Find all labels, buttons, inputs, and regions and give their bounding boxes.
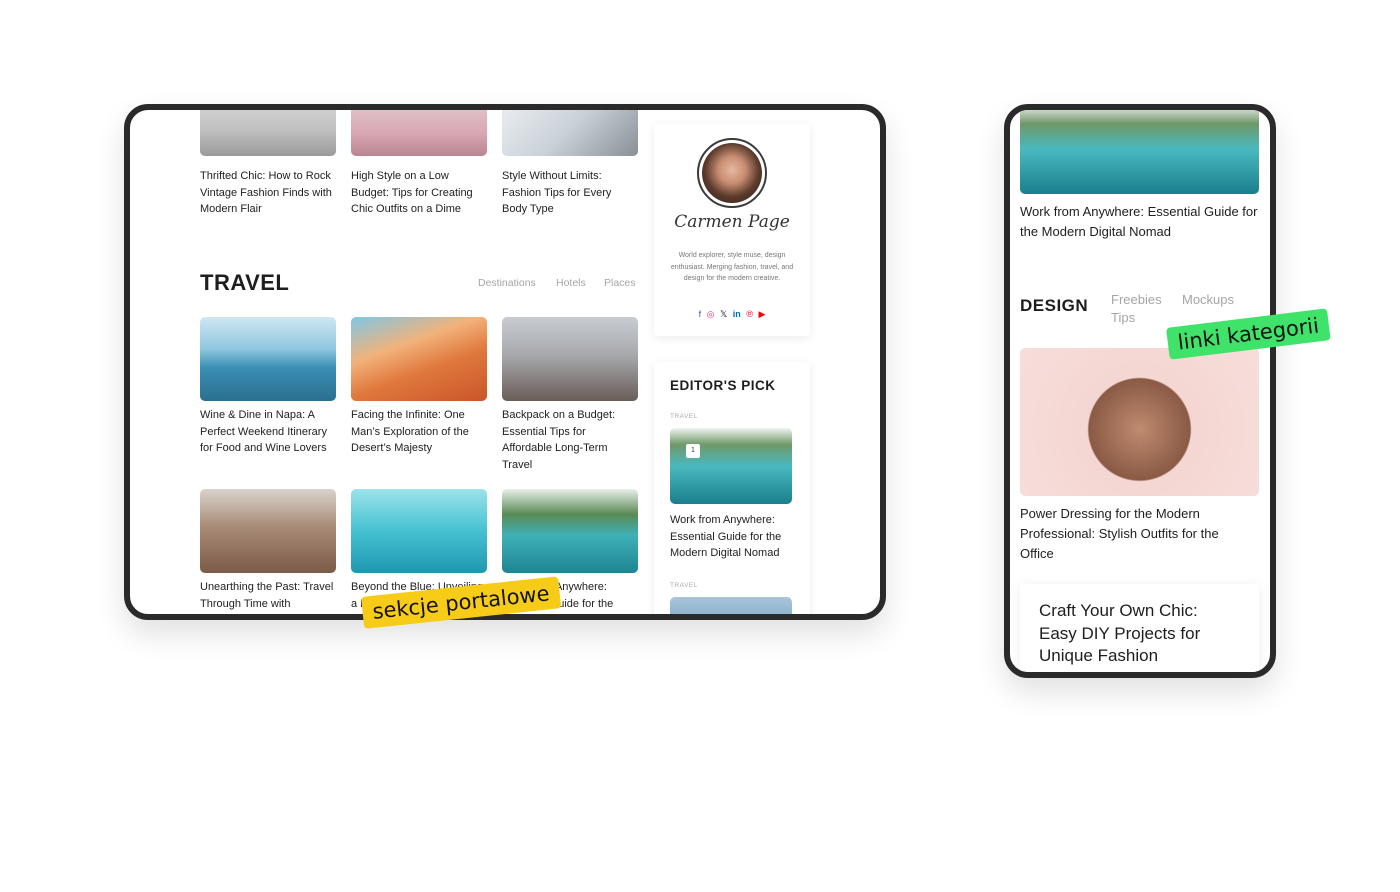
editors-pick-image[interactable] [670, 597, 792, 614]
article-title[interactable]: Work from Anywhere: Essential Guide for … [670, 512, 794, 562]
article-title[interactable]: Wine & Dine in Napa: A Perfect Weekend I… [200, 407, 338, 457]
social-links: f ◎ 𝕏 in ℗ ▶ [654, 309, 810, 320]
article-title[interactable]: High Style on a Low Budget: Tips for Cre… [351, 168, 487, 218]
linkedin-icon[interactable]: in [733, 309, 741, 319]
article-title[interactable]: Unearthing the Past: Travel Through Time… [200, 579, 338, 612]
category-link-tips[interactable]: Tips [1111, 310, 1135, 325]
article-title[interactable]: Power Dressing for the Modern Profession… [1020, 504, 1254, 564]
editors-pick-card: EDITOR'S PICK TRAVEL 1 Work from Anywher… [654, 362, 810, 614]
pinterest-icon[interactable]: ℗ [746, 309, 753, 319]
article-image-thrifted-chic[interactable] [200, 110, 336, 156]
desktop-preview: Thrifted Chic: How to Rock Vintage Fashi… [124, 104, 886, 620]
article-image-work-anywhere[interactable] [1020, 110, 1259, 194]
article-image-style-without-limits[interactable] [502, 110, 638, 156]
section-heading-travel: TRAVEL [200, 270, 290, 295]
facebook-icon[interactable]: f [699, 309, 702, 319]
author-avatar [697, 138, 767, 208]
article-title[interactable]: Facing the Infinite: One Man’s Explorati… [351, 407, 481, 457]
article-image-unearthing-past[interactable] [200, 489, 336, 573]
category-label: TRAVEL [670, 413, 698, 420]
category-link-destinations[interactable]: Destinations [478, 277, 536, 289]
article-image-beyond-blue[interactable] [351, 489, 487, 573]
instagram-icon[interactable]: ◎ [707, 309, 715, 320]
article-image-high-style[interactable] [351, 110, 487, 156]
featured-card-title[interactable]: Craft Your Own Chic: Easy DIY Projects f… [1039, 600, 1239, 668]
category-label: TRAVEL [670, 582, 698, 589]
author-card: Carmen Page World explorer, style muse, … [654, 124, 810, 336]
category-link-freebies[interactable]: Freebies [1111, 292, 1162, 307]
author-signature: Carmen Page [674, 212, 790, 232]
rank-badge: 1 [686, 444, 700, 458]
category-link-hotels[interactable]: Hotels [556, 277, 586, 289]
article-image-napa[interactable] [200, 317, 336, 401]
article-title[interactable]: Style Without Limits: Fashion Tips for E… [502, 168, 622, 218]
article-title[interactable]: Thrifted Chic: How to Rock Vintage Fashi… [200, 168, 340, 218]
article-image-power-dressing[interactable] [1020, 348, 1259, 496]
article-image-desert[interactable] [351, 317, 487, 401]
article-title[interactable]: Backpack on a Budget: Essential Tips for… [502, 407, 628, 473]
mobile-preview: Work from Anywhere: Essential Guide for … [1004, 104, 1276, 678]
category-link-places[interactable]: Places [604, 277, 636, 289]
youtube-icon[interactable]: ▶ [758, 309, 765, 320]
section-heading-design: DESIGN [1020, 296, 1089, 315]
editors-pick-image[interactable]: 1 [670, 428, 792, 504]
category-link-mockups[interactable]: Mockups [1182, 292, 1234, 307]
article-image-work-anywhere[interactable] [502, 489, 638, 573]
featured-card[interactable]: Craft Your Own Chic: Easy DIY Projects f… [1020, 584, 1259, 672]
article-title[interactable]: Work from Anywhere: Essential Guide for … [1020, 202, 1260, 242]
author-bio: World explorer, style muse, design enthu… [670, 252, 794, 282]
editors-pick-heading: EDITOR'S PICK [670, 378, 776, 393]
article-image-backpack[interactable] [502, 317, 638, 401]
x-icon[interactable]: 𝕏 [720, 309, 727, 320]
